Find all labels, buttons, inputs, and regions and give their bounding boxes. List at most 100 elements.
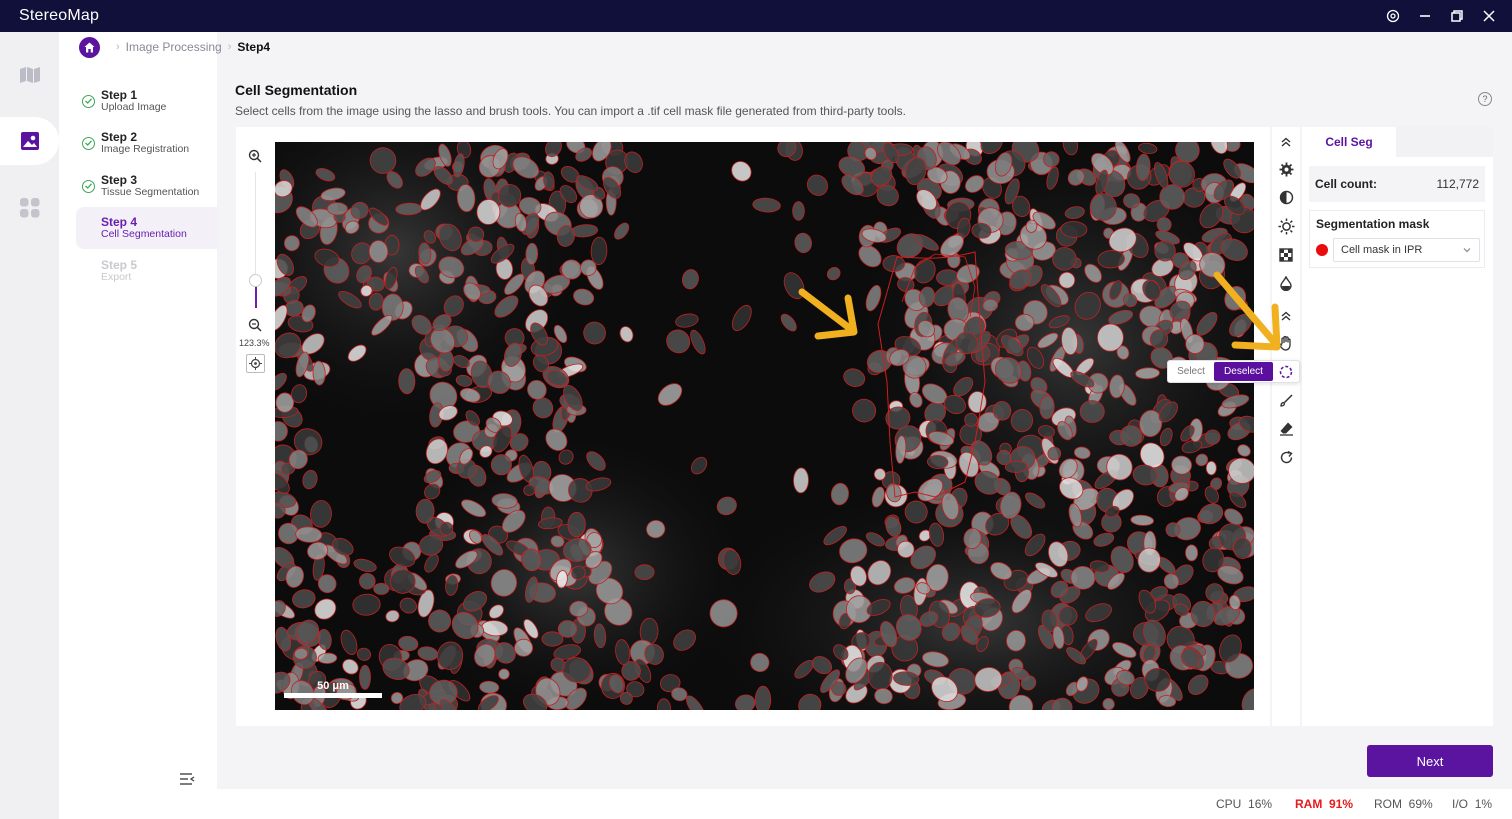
cell-outline (936, 269, 960, 286)
cell-outline (368, 240, 389, 263)
recenter-icon[interactable] (246, 354, 265, 373)
ram-label: RAM (1295, 797, 1323, 811)
cell-outline (634, 564, 655, 581)
drop-icon[interactable] (1276, 273, 1296, 293)
step-3[interactable]: Step 3 Tissue Segmentation (76, 165, 217, 207)
tab-cell-seg[interactable]: Cell Seg (1302, 127, 1396, 157)
crumb-separator: › (227, 41, 232, 53)
restore-icon[interactable] (1448, 7, 1466, 25)
rom-value: 69% (1408, 797, 1433, 811)
close-icon[interactable] (1480, 7, 1498, 25)
cell-outline (792, 201, 805, 221)
mask-color-swatch[interactable] (1316, 244, 1328, 256)
lasso-mode-popup: Select Deselect (1167, 360, 1300, 383)
step-4[interactable]: Step 4 Cell Segmentation (76, 207, 217, 249)
next-button[interactable]: Next (1367, 745, 1493, 777)
step-sublabel: Tissue Segmentation (101, 185, 200, 198)
status-bar: CPU 16% RAM 91% ROM 69% I/O 1% (59, 789, 1512, 819)
home-icon (84, 42, 95, 52)
scale-bar-line (284, 693, 382, 698)
step-label: Step 5 (101, 257, 138, 272)
cell-outline (1052, 247, 1077, 271)
chevron-down-icon (1463, 248, 1471, 253)
cell-outline (754, 685, 772, 710)
cell-count-label: Cell count: (1315, 177, 1377, 191)
check-icon (82, 179, 95, 193)
cell-count-value: 112,772 (1436, 177, 1480, 191)
hand-icon[interactable] (1276, 333, 1296, 353)
home-button[interactable] (79, 36, 100, 58)
chevrons-up-icon[interactable] (1276, 306, 1296, 326)
segmentation-mask-title: Segmentation mask (1316, 217, 1430, 231)
cell-outline (1043, 151, 1060, 168)
select-mode-button[interactable]: Select (1168, 362, 1214, 381)
cell-outline (415, 498, 435, 524)
io-value: 1% (1474, 797, 1493, 811)
cell-outline (1058, 606, 1078, 626)
contrast-icon[interactable] (1276, 187, 1296, 207)
cell-outline (514, 638, 534, 657)
cell-mask-overlay (275, 142, 1254, 710)
crumb-image-processing[interactable]: Image Processing (126, 40, 222, 54)
cell-outline (1185, 544, 1199, 562)
step-sublabel: Export (101, 270, 132, 283)
lasso-icon[interactable] (1273, 361, 1299, 382)
rom-stat: ROM 69% (1374, 797, 1433, 811)
page-title: Cell Segmentation (235, 82, 358, 98)
cell-outline (1204, 429, 1221, 445)
redo-icon[interactable] (1276, 447, 1296, 467)
title-bar: StereoMap (0, 0, 1512, 32)
step-label: Step 4 (101, 214, 138, 229)
breadcrumb: › Image Processing › Step4 (79, 36, 270, 58)
page-description: Select cells from the image using the la… (235, 104, 906, 118)
settings-gear-icon[interactable] (1276, 159, 1296, 179)
rom-label: ROM (1374, 797, 1402, 811)
minimize-icon[interactable] (1416, 7, 1434, 25)
io-stat: I/O 1% (1452, 797, 1492, 811)
mask-select-value: Cell mask in IPR (1341, 244, 1423, 256)
segmentation-image[interactable] (275, 142, 1254, 710)
help-icon[interactable]: ? (1478, 92, 1492, 106)
map-icon[interactable] (0, 51, 59, 99)
zoom-out-icon[interactable] (247, 317, 263, 333)
cell-outline (398, 368, 416, 395)
chevrons-up-icon[interactable] (1276, 132, 1296, 152)
deselect-mode-button[interactable]: Deselect (1214, 362, 1273, 381)
step-2[interactable]: Step 2 Image Registration (76, 122, 217, 164)
eraser-icon[interactable] (1276, 418, 1296, 438)
step-sublabel: Upload Image (101, 100, 167, 113)
step-5: Step 5 Export (76, 250, 217, 292)
cell-outline (567, 511, 586, 538)
checker-icon[interactable] (1276, 245, 1296, 265)
brush-icon[interactable] (1276, 390, 1296, 410)
cpu-label: CPU (1216, 797, 1242, 811)
step-label: Step 3 (101, 172, 138, 187)
app-rail (0, 32, 59, 819)
cpu-value: 16% (1248, 797, 1273, 811)
cell-outline (793, 467, 809, 494)
crumb-current: Step4 (237, 40, 271, 54)
zoom-in-icon[interactable] (247, 148, 263, 164)
cell-outline (541, 631, 564, 647)
scale-bar-label: 50 μm (317, 680, 349, 692)
brightness-icon[interactable] (1276, 216, 1296, 236)
cpu-stat: CPU 16% (1216, 797, 1272, 811)
cell-count-box: Cell count: 112,772 (1309, 166, 1485, 202)
step-sublabel: Image Registration (101, 142, 190, 155)
cell-outline (1205, 460, 1217, 476)
mask-select[interactable]: Cell mask in IPR (1333, 238, 1480, 262)
step-sublabel: Cell Segmentation (101, 227, 187, 240)
apps-icon[interactable] (0, 184, 59, 232)
crumb-separator: › (116, 41, 120, 53)
zoom-slider-handle[interactable] (249, 274, 262, 287)
collapse-sidebar-icon[interactable] (178, 771, 196, 787)
settings-icon[interactable] (1384, 7, 1402, 25)
check-icon (82, 136, 95, 150)
io-label: I/O (1452, 797, 1469, 811)
image-icon[interactable] (0, 117, 59, 165)
ram-stat: RAM 91% (1295, 797, 1353, 811)
scale-bar: 50 μm (284, 680, 382, 698)
step-1[interactable]: Step 1 Upload Image (76, 80, 217, 122)
step-label: Step 2 (101, 129, 138, 144)
window-controls (1384, 0, 1498, 32)
